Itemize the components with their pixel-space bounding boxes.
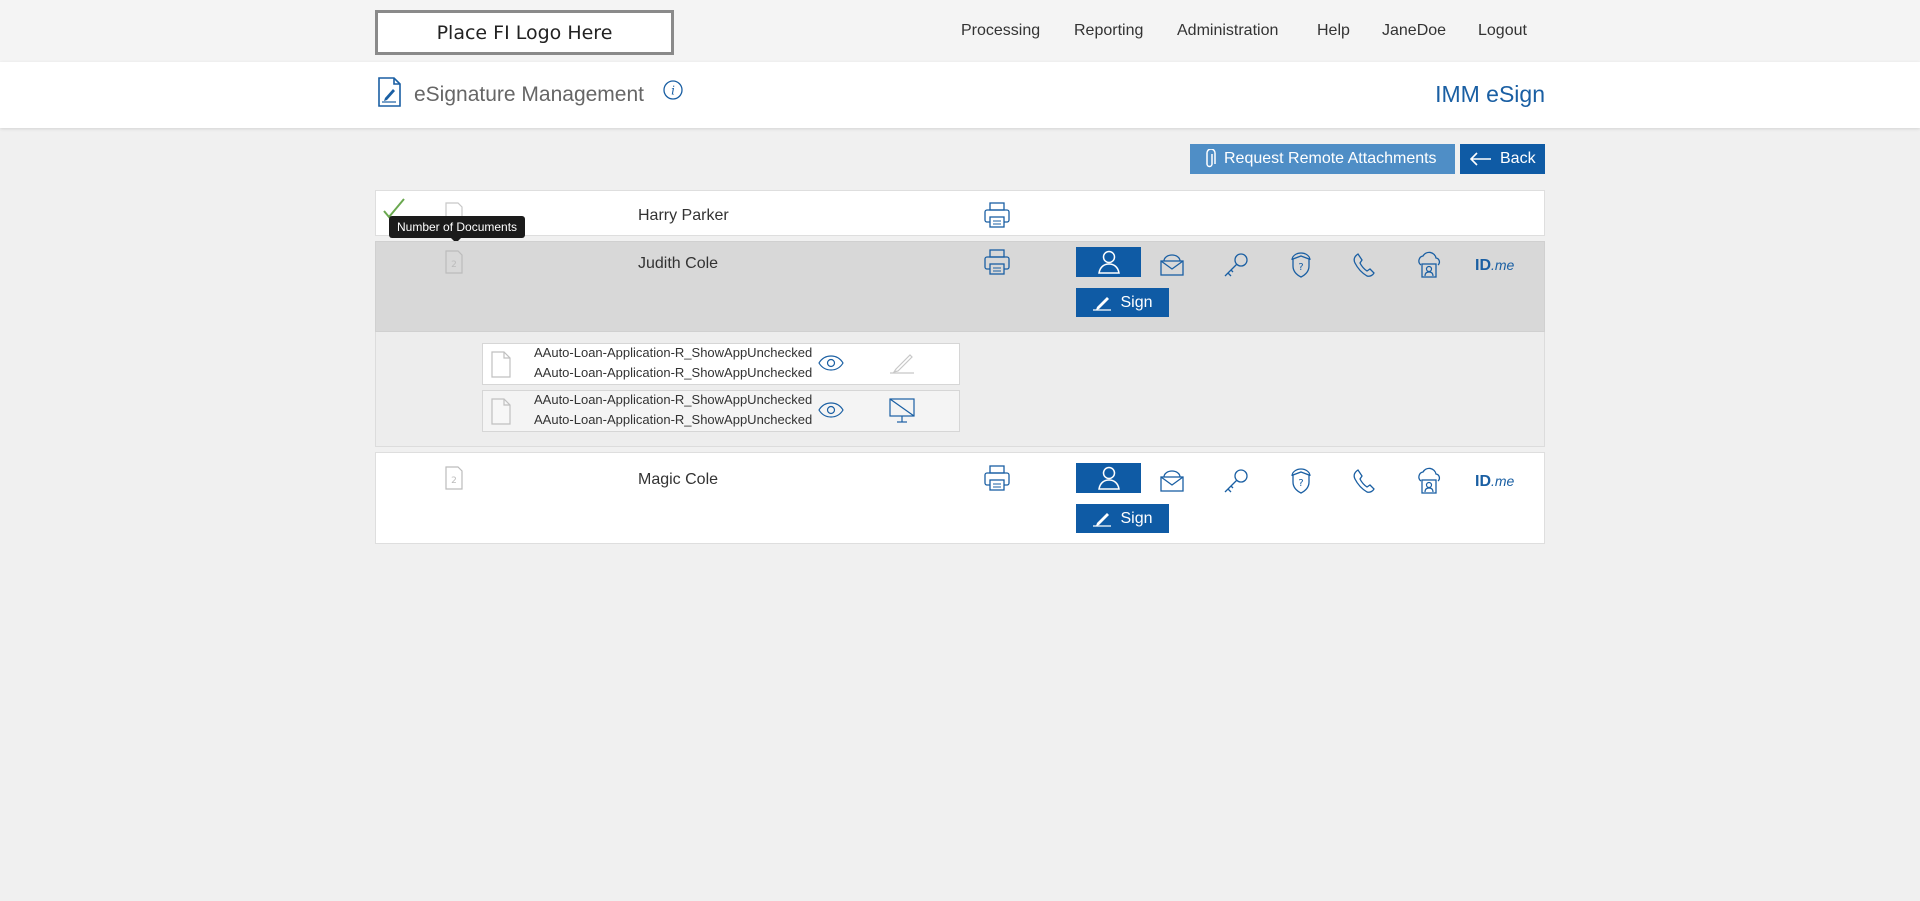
cloud-id-auth-icon[interactable] <box>1415 467 1443 500</box>
idme-suffix: .me <box>1491 257 1515 273</box>
document-count: 2 <box>451 260 457 270</box>
sign-label: Sign <box>1120 509 1153 527</box>
person-icon <box>1097 466 1120 490</box>
document-name-secondary: AAuto-Loan-Application-R_ShowAppUnchecke… <box>534 365 813 380</box>
idme-suffix: .me <box>1491 473 1515 489</box>
sign-label: Sign <box>1120 293 1153 311</box>
svg-text:i: i <box>671 84 675 98</box>
document-file-icon <box>490 398 512 430</box>
sign-button[interactable]: Sign <box>1076 504 1169 533</box>
nav-processing[interactable]: Processing <box>961 22 1040 40</box>
sign-button[interactable]: Sign <box>1076 288 1169 317</box>
print-icon[interactable] <box>983 464 1011 497</box>
svg-text:?: ? <box>1298 478 1303 489</box>
page-title: eSignature Management <box>414 83 644 106</box>
pen-sign-icon <box>1093 296 1112 311</box>
security-question-shield-icon[interactable]: ? <box>1287 251 1315 284</box>
cloud-id-auth-icon[interactable] <box>1415 251 1443 284</box>
nav-logout[interactable]: Logout <box>1478 22 1527 40</box>
nav-administration[interactable]: Administration <box>1177 22 1278 40</box>
idme-label: ID <box>1475 473 1491 490</box>
document-file-icon <box>490 351 512 383</box>
signature-pen-icon <box>888 353 916 380</box>
document-name: AAuto-Loan-Application-R_ShowAppUnchecke… <box>534 345 813 360</box>
print-icon[interactable] <box>983 248 1011 281</box>
app-name: IMM eSign <box>1435 81 1545 107</box>
email-auth-icon[interactable] <box>1158 251 1186 282</box>
signer-name: Harry Parker <box>638 207 729 224</box>
nav-reporting[interactable]: Reporting <box>1074 22 1143 40</box>
logo-placeholder: Place FI Logo Here <box>375 10 674 55</box>
in-person-auth-button[interactable] <box>1076 247 1141 277</box>
security-question-shield-icon[interactable]: ? <box>1287 467 1315 500</box>
phone-auth-icon[interactable] <box>1350 251 1378 284</box>
nav-user-janedoe[interactable]: JaneDoe <box>1382 22 1446 40</box>
info-icon[interactable]: i <box>663 80 683 105</box>
document-name: AAuto-Loan-Application-R_ShowAppUnchecke… <box>534 392 813 407</box>
monitor-disabled-icon <box>888 397 916 430</box>
print-icon[interactable] <box>983 201 1011 234</box>
signer-name: Magic Cole <box>638 471 719 488</box>
page-header <box>0 62 1920 128</box>
back-label: Back <box>1500 150 1536 167</box>
view-eye-icon[interactable] <box>818 402 844 423</box>
email-auth-icon[interactable] <box>1158 467 1186 498</box>
document-count-icon: 2 <box>442 464 466 497</box>
svg-text:?: ? <box>1298 262 1303 273</box>
document-count: 2 <box>451 476 457 486</box>
document-count-icon: 2 <box>442 248 466 281</box>
document-name-secondary: AAuto-Loan-Application-R_ShowAppUnchecke… <box>534 412 813 427</box>
request-remote-attachments-button[interactable]: Request Remote Attachments <box>1190 144 1455 174</box>
request-remote-attachments-label: Request Remote Attachments <box>1224 150 1437 167</box>
document-item[interactable]: AAuto-Loan-Application-R_ShowAppUnchecke… <box>482 343 960 385</box>
idme-auth-option[interactable]: ID.me <box>1475 473 1514 491</box>
view-eye-icon[interactable] <box>818 355 844 376</box>
paperclip-icon <box>1206 149 1216 168</box>
arrow-left-icon <box>1470 152 1491 166</box>
nav-help[interactable]: Help <box>1317 22 1350 40</box>
pen-sign-icon <box>1093 512 1112 527</box>
top-navigation-bar: Place FI Logo Here Processing Reporting … <box>0 0 1920 62</box>
key-auth-icon[interactable] <box>1222 251 1250 284</box>
key-auth-icon[interactable] <box>1222 467 1250 500</box>
esignature-document-icon <box>377 77 402 112</box>
idme-label: ID <box>1475 257 1491 274</box>
idme-auth-option[interactable]: ID.me <box>1475 257 1514 275</box>
in-person-auth-button[interactable] <box>1076 463 1141 493</box>
person-icon <box>1097 250 1120 274</box>
number-of-documents-tooltip: Number of Documents <box>389 216 526 243</box>
signer-name: Judith Cole <box>638 255 719 272</box>
phone-auth-icon[interactable] <box>1350 467 1378 500</box>
document-item[interactable]: AAuto-Loan-Application-R_ShowAppUnchecke… <box>482 390 960 432</box>
signer-row-harry-parker[interactable] <box>375 190 1545 236</box>
back-button[interactable]: Back <box>1460 144 1545 174</box>
